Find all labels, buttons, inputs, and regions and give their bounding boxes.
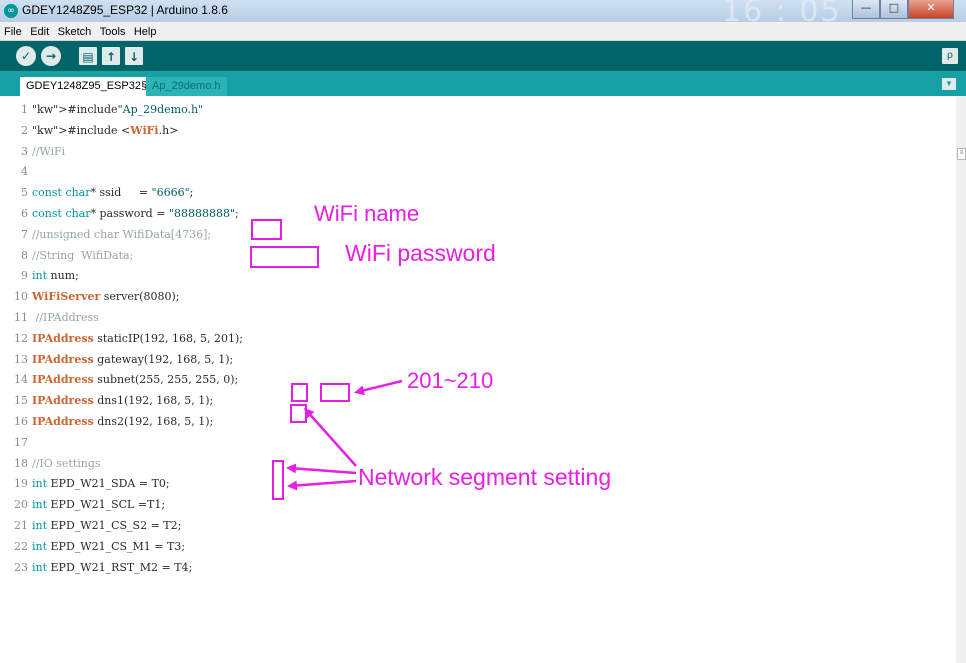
line-number: 21	[14, 519, 28, 532]
ssid-highlight-box	[251, 219, 282, 240]
code-line[interactable]: 4	[0, 162, 956, 181]
line-number: 15	[14, 394, 28, 408]
line-number: 14	[14, 373, 28, 387]
code-text[interactable]: const char* ssid = "6666";	[32, 183, 193, 202]
code-text[interactable]: int EPD_W21_CS_S2 = T2;	[32, 516, 181, 535]
line-number: 20	[14, 498, 28, 512]
line-number: 19	[14, 477, 28, 491]
maximize-button[interactable]: □	[880, 0, 908, 19]
code-text[interactable]: "kw">#include <WiFi.h>	[32, 121, 178, 140]
network-segment-annotation: Network segment setting	[358, 464, 612, 490]
close-button[interactable]: ✕	[908, 0, 954, 19]
line-number: 6	[21, 207, 28, 220]
host-highlight-staticip	[320, 383, 350, 402]
upload-icon[interactable]: →	[41, 46, 61, 66]
password-highlight-box	[250, 246, 319, 268]
menu-edit[interactable]: Edit	[26, 23, 49, 41]
code-line[interactable]: 15 IPAddress dns1(192, 168, 5, 1);	[0, 391, 956, 410]
new-icon[interactable]: ▤	[79, 47, 97, 65]
serial-monitor-icon[interactable]: ρ	[942, 48, 958, 64]
menu-file[interactable]: File	[0, 23, 22, 41]
window-controls: — □ ✕	[852, 0, 954, 19]
code-text[interactable]: //unsigned char WifiData[4736];	[32, 225, 211, 244]
scrollbar-thumb[interactable]: ≡	[957, 148, 966, 160]
vertical-scrollbar[interactable]: ≡	[956, 96, 966, 663]
code-text[interactable]: //String WifiData;	[32, 246, 133, 265]
line-number: 7	[21, 227, 28, 241]
code-line[interactable]: 5 const char* ssid = "6666";	[0, 183, 956, 202]
code-text[interactable]: //IO settings	[32, 454, 101, 473]
open-icon[interactable]: ↑	[102, 47, 120, 65]
line-number: 18	[14, 456, 28, 470]
tab-main-sketch[interactable]: GDEY1248Z95_ESP32§	[20, 77, 154, 96]
code-line[interactable]: 20 int EPD_W21_SCL =T1;	[0, 495, 956, 514]
code-text[interactable]: WiFiServer server(8080);	[32, 287, 179, 306]
line-number: 16	[14, 415, 28, 428]
code-text[interactable]: IPAddress dns2(192, 168, 5, 1);	[32, 412, 213, 431]
code-line[interactable]: 1 "kw">#include"Ap_29demo.h"	[0, 100, 956, 119]
tab-ap-29demo[interactable]: Ap_29demo.h	[146, 77, 227, 96]
code-text[interactable]: IPAddress subnet(255, 255, 255, 0);	[32, 370, 238, 389]
line-number: 11	[14, 311, 28, 324]
tab-menu-icon[interactable]: ▼	[942, 78, 956, 90]
code-text[interactable]: IPAddress dns1(192, 168, 5, 1);	[32, 391, 213, 410]
code-text[interactable]: int EPD_W21_CS_M1 = T3;	[32, 537, 185, 556]
code-text[interactable]: int EPD_W21_RST_M2 = T4;	[32, 558, 192, 577]
menu-tools[interactable]: Tools	[96, 23, 126, 41]
arduino-icon: ∞	[4, 4, 18, 18]
save-icon[interactable]: ↓	[125, 47, 143, 65]
line-number: 1	[21, 103, 28, 116]
subnet-highlight-staticip	[291, 383, 308, 402]
code-line[interactable]: 16 IPAddress dns2(192, 168, 5, 1);	[0, 412, 956, 431]
subnet-highlight-dns	[272, 460, 284, 500]
code-line[interactable]: 23 int EPD_W21_RST_M2 = T4;	[0, 558, 956, 577]
code-line[interactable]: 11 //IPAddress	[0, 308, 956, 327]
toolbar: ✓ → ▤ ↑ ↓ ρ	[0, 41, 966, 71]
line-number: 10	[14, 290, 28, 304]
code-text[interactable]: //IPAddress	[32, 308, 98, 327]
code-line[interactable]: 10 WiFiServer server(8080);	[0, 287, 956, 306]
window-title: GDEY1248Z95_ESP32 | Arduino 1.8.6	[22, 3, 228, 17]
line-number: 5	[21, 186, 28, 200]
line-number: 23	[14, 560, 28, 574]
menu-sketch[interactable]: Sketch	[54, 23, 92, 41]
code-line[interactable]: 2 "kw">#include <WiFi.h>	[0, 121, 956, 140]
code-line[interactable]: 9 int num;	[0, 266, 956, 285]
subnet-highlight-gateway	[290, 404, 307, 423]
code-text[interactable]: int EPD_W21_SDA = T0;	[32, 474, 170, 493]
code-line[interactable]: 22 int EPD_W21_CS_M1 = T3;	[0, 537, 956, 556]
menu-help[interactable]: Help	[130, 23, 157, 41]
menu-bar: File Edit Sketch Tools Help	[0, 22, 966, 41]
ip-range-annotation: 201~210	[407, 368, 494, 393]
code-text[interactable]: //WiFi	[32, 142, 65, 161]
line-number: 9	[21, 269, 28, 283]
line-number: 13	[14, 352, 28, 366]
code-line[interactable]: 21 int EPD_W21_CS_S2 = T2;	[0, 516, 956, 535]
code-text[interactable]: const char* password = "88888888";	[32, 204, 239, 223]
code-line[interactable]: 12 IPAddress staticIP(192, 168, 5, 201);	[0, 329, 956, 348]
code-text[interactable]: int num;	[32, 266, 79, 285]
wifi-password-annotation: WiFi password	[345, 240, 496, 266]
line-number: 4	[21, 165, 28, 179]
minimize-button[interactable]: —	[852, 0, 880, 19]
code-line[interactable]: 3 //WiFi	[0, 142, 956, 161]
line-number: 12	[14, 331, 28, 345]
code-text[interactable]: int EPD_W21_SCL =T1;	[32, 495, 165, 514]
verify-icon[interactable]: ✓	[16, 46, 36, 66]
line-number: 8	[21, 248, 28, 262]
code-line[interactable]: 17	[0, 433, 956, 452]
code-text[interactable]: IPAddress staticIP(192, 168, 5, 201);	[32, 329, 243, 348]
window-titlebar: ∞ GDEY1248Z95_ESP32 | Arduino 1.8.6 16 :…	[0, 0, 966, 29]
line-number: 3	[21, 144, 28, 158]
code-text[interactable]: IPAddress gateway(192, 168, 5, 1);	[32, 350, 233, 369]
line-number: 22	[14, 539, 28, 553]
line-number: 2	[21, 123, 28, 137]
code-line[interactable]: 6 const char* password = "88888888";	[0, 204, 956, 223]
code-line[interactable]: 13 IPAddress gateway(192, 168, 5, 1);	[0, 350, 956, 369]
wifi-name-annotation: WiFi name	[314, 201, 420, 226]
code-text[interactable]: "kw">#include"Ap_29demo.h"	[32, 100, 203, 119]
tab-bar: GDEY1248Z95_ESP32§ Ap_29demo.h ▼	[0, 71, 966, 96]
line-number: 17	[14, 435, 28, 449]
